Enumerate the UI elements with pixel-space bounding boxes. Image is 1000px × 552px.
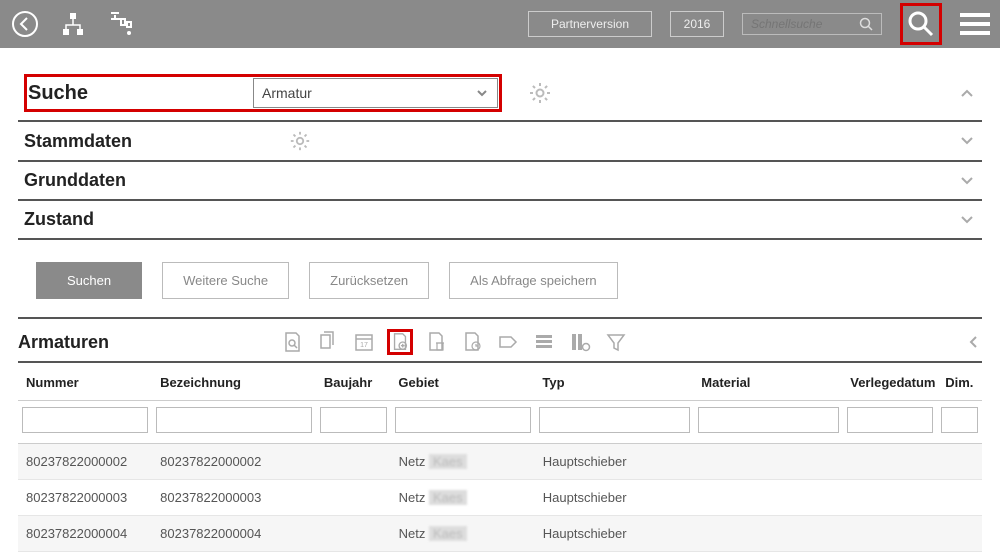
chevron-down-icon	[475, 86, 489, 100]
filter-gebiet[interactable]	[395, 407, 531, 433]
cell-nummer: 80237822000002	[18, 444, 152, 479]
stammdaten-section[interactable]: Stammdaten	[18, 122, 982, 162]
save-query-button[interactable]: Als Abfrage speichern	[449, 262, 617, 299]
cell-baujahr	[316, 480, 391, 515]
col-nummer[interactable]: Nummer	[18, 363, 152, 400]
year-field[interactable]: 2016	[670, 11, 724, 37]
schedule-document-icon[interactable]	[459, 329, 485, 355]
filter-typ[interactable]	[539, 407, 690, 433]
expand-icon[interactable]	[958, 132, 976, 150]
search-button[interactable]: Suchen	[36, 262, 142, 299]
cell-dim	[937, 444, 982, 479]
button-row: Suchen Weitere Suche Zurücksetzen Als Ab…	[18, 240, 982, 319]
faucet-icon[interactable]	[106, 9, 136, 39]
col-typ[interactable]: Typ	[534, 363, 693, 400]
zustand-title: Zustand	[24, 209, 249, 230]
calendar-icon[interactable]: 17	[351, 329, 377, 355]
zustand-section[interactable]: Zustand	[18, 201, 982, 238]
cell-material	[694, 480, 843, 515]
delete-document-icon[interactable]	[423, 329, 449, 355]
results-title: Armaturen	[18, 332, 109, 353]
filter-nummer[interactable]	[22, 407, 148, 433]
cell-gebiet: Netz Kaes	[391, 444, 535, 479]
col-dim[interactable]: Dim.	[937, 363, 982, 400]
collapse-results-icon[interactable]	[964, 333, 982, 351]
cell-typ: Hauptschieber	[535, 480, 694, 515]
expand-icon[interactable]	[958, 211, 976, 229]
col-verlegedatum[interactable]: Verlegedatum	[842, 363, 937, 400]
expand-icon[interactable]	[958, 172, 976, 190]
search-title: Suche	[28, 82, 253, 105]
object-type-dropdown[interactable]: Armatur	[253, 78, 498, 108]
table-row[interactable]: 8023782200000380237822000003 Netz KaesHau…	[18, 480, 982, 516]
stammdaten-title: Stammdaten	[24, 131, 249, 152]
cell-material	[694, 516, 843, 551]
cell-verlegedatum	[843, 516, 937, 551]
network-icon[interactable]	[58, 9, 88, 39]
grunddaten-title: Grunddaten	[24, 170, 249, 191]
collapse-icon[interactable]	[958, 84, 976, 102]
more-search-button[interactable]: Weitere Suche	[162, 262, 289, 299]
cell-bezeichnung: 80237822000003	[152, 480, 316, 515]
copy-icon[interactable]	[315, 329, 341, 355]
cell-gebiet: Netz Kaes	[391, 480, 535, 515]
tag-icon[interactable]	[495, 329, 521, 355]
cell-typ: Hauptschieber	[535, 516, 694, 551]
cell-material	[694, 444, 843, 479]
filter-dim[interactable]	[941, 407, 978, 433]
cell-verlegedatum	[843, 444, 937, 479]
cell-dim	[937, 516, 982, 551]
dropdown-value: Armatur	[262, 85, 475, 101]
results-header: Armaturen 17	[18, 329, 982, 363]
grunddaten-section[interactable]: Grunddaten	[18, 162, 982, 201]
col-gebiet[interactable]: Gebiet	[390, 363, 534, 400]
cell-gebiet: Netz Kaes	[391, 516, 535, 551]
cell-bezeichnung: 80237822000004	[152, 516, 316, 551]
cell-typ: Hauptschieber	[535, 444, 694, 479]
filter-bezeichnung[interactable]	[156, 407, 312, 433]
add-document-icon[interactable]	[387, 329, 413, 355]
list-icon[interactable]	[531, 329, 557, 355]
col-material[interactable]: Material	[693, 363, 842, 400]
col-bezeichnung[interactable]: Bezeichnung	[152, 363, 316, 400]
search-title-highlight: Suche Armatur	[24, 74, 502, 112]
cell-nummer: 80237822000003	[18, 480, 152, 515]
table-header: Nummer Bezeichnung Baujahr Gebiet Typ Ma…	[18, 363, 982, 401]
svg-text:17: 17	[360, 342, 368, 349]
cell-bezeichnung: 80237822000002	[152, 444, 316, 479]
cell-nummer: 80237822000004	[18, 516, 152, 551]
table-row[interactable]: 8023782200000480237822000004 Netz KaesHau…	[18, 516, 982, 552]
filter-row	[18, 401, 982, 444]
columns-icon[interactable]	[567, 329, 593, 355]
filter-verlegedatum[interactable]	[847, 407, 933, 433]
table-body: 8023782200000280237822000002Netz KaesHau…	[18, 444, 982, 552]
menu-icon[interactable]	[960, 13, 990, 35]
table-row[interactable]: 8023782200000280237822000002 Netz KaesHau…	[18, 444, 982, 480]
back-icon[interactable]	[10, 9, 40, 39]
cell-baujahr	[316, 516, 391, 551]
advanced-search-icon[interactable]	[900, 3, 942, 45]
quick-search-input[interactable]	[751, 17, 859, 31]
filter-material[interactable]	[698, 407, 839, 433]
preview-icon[interactable]	[279, 329, 305, 355]
gear-icon[interactable]	[528, 81, 552, 105]
filter-baujahr[interactable]	[320, 407, 387, 433]
search-section: Suche Armatur	[18, 66, 982, 122]
gear-icon[interactable]	[289, 130, 311, 152]
version-button[interactable]: Partnerversion	[528, 11, 652, 37]
quick-search[interactable]	[742, 13, 882, 35]
reset-button[interactable]: Zurücksetzen	[309, 262, 429, 299]
results-table: Nummer Bezeichnung Baujahr Gebiet Typ Ma…	[18, 363, 982, 552]
filter-icon[interactable]	[603, 329, 629, 355]
top-bar: Partnerversion 2016	[0, 0, 1000, 48]
cell-baujahr	[316, 444, 391, 479]
cell-dim	[937, 480, 982, 515]
search-icon	[859, 17, 873, 31]
col-baujahr[interactable]: Baujahr	[316, 363, 391, 400]
results-toolbar: 17	[279, 329, 629, 355]
cell-verlegedatum	[843, 480, 937, 515]
